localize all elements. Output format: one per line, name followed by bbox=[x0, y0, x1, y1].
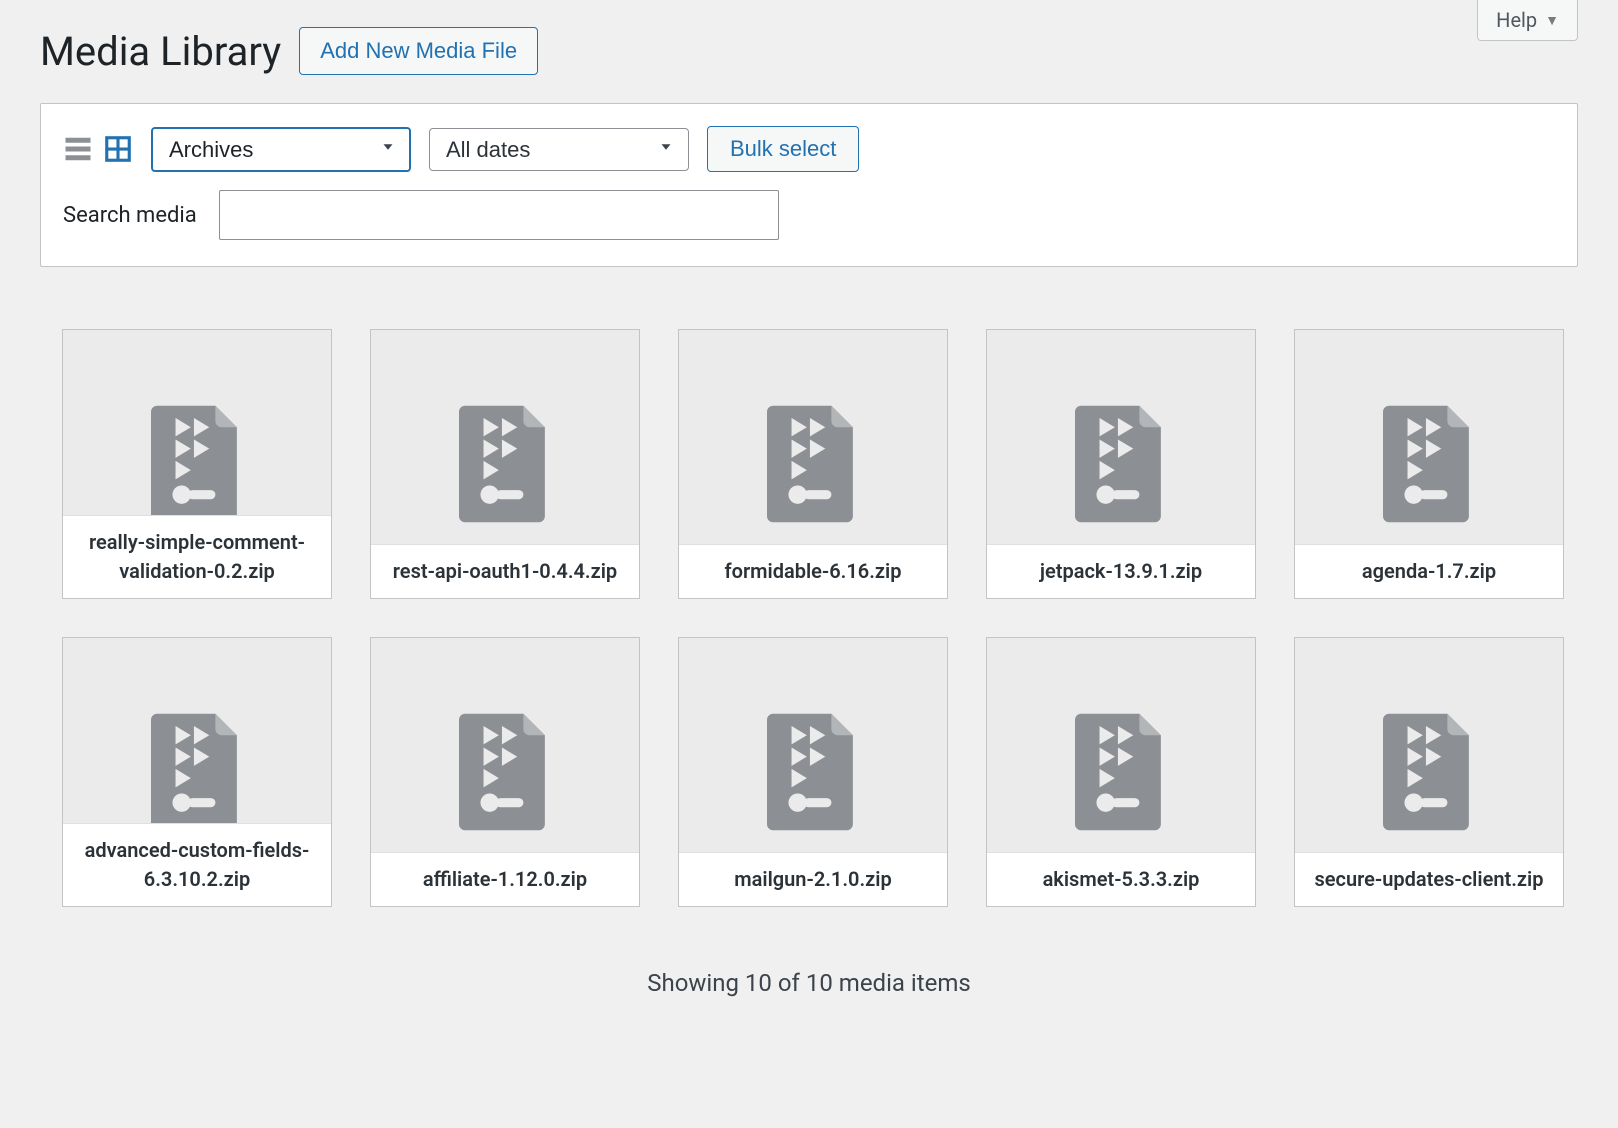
search-label: Search media bbox=[63, 203, 197, 228]
grid-view-icon[interactable] bbox=[103, 134, 133, 164]
media-filename: really-simple-comment-validation-0.2.zip bbox=[63, 515, 331, 598]
media-filename: rest-api-oauth1-0.4.4.zip bbox=[371, 544, 639, 598]
chevron-down-icon: ▼ bbox=[1545, 12, 1559, 29]
date-select[interactable]: All dates bbox=[429, 128, 689, 171]
bulk-select-button[interactable]: Bulk select bbox=[707, 126, 859, 172]
media-item[interactable]: really-simple-comment-validation-0.2.zip bbox=[62, 329, 332, 599]
archive-file-icon bbox=[459, 405, 551, 523]
archive-file-icon bbox=[459, 713, 551, 831]
date-filter[interactable]: All dates bbox=[429, 128, 689, 171]
media-item[interactable]: secure-updates-client.zip bbox=[1294, 637, 1564, 907]
search-input[interactable] bbox=[219, 190, 779, 240]
media-filename: akismet-5.3.3.zip bbox=[987, 852, 1255, 906]
media-filename: agenda-1.7.zip bbox=[1295, 544, 1563, 598]
status-text: Showing 10 of 10 media items bbox=[40, 969, 1578, 997]
media-filename: advanced-custom-fields-6.3.10.2.zip bbox=[63, 823, 331, 906]
list-view-icon[interactable] bbox=[63, 134, 93, 164]
media-item[interactable]: mailgun-2.1.0.zip bbox=[678, 637, 948, 907]
media-item[interactable]: formidable-6.16.zip bbox=[678, 329, 948, 599]
media-filename: mailgun-2.1.0.zip bbox=[679, 852, 947, 906]
media-filename: affiliate-1.12.0.zip bbox=[371, 852, 639, 906]
archive-file-icon bbox=[1383, 405, 1475, 523]
media-filename: secure-updates-client.zip bbox=[1295, 852, 1563, 906]
archive-file-icon bbox=[1383, 713, 1475, 831]
media-filename: formidable-6.16.zip bbox=[679, 544, 947, 598]
media-item[interactable]: agenda-1.7.zip bbox=[1294, 329, 1564, 599]
archive-file-icon bbox=[767, 405, 859, 523]
add-new-media-button[interactable]: Add New Media File bbox=[299, 27, 538, 75]
media-item[interactable]: advanced-custom-fields-6.3.10.2.zip bbox=[62, 637, 332, 907]
media-item[interactable]: jetpack-13.9.1.zip bbox=[986, 329, 1256, 599]
archive-file-icon bbox=[1075, 405, 1167, 523]
media-type-filter[interactable]: Archives bbox=[151, 127, 411, 172]
archive-file-icon bbox=[1075, 713, 1167, 831]
media-item[interactable]: affiliate-1.12.0.zip bbox=[370, 637, 640, 907]
help-label: Help bbox=[1496, 8, 1537, 32]
archive-file-icon bbox=[767, 713, 859, 831]
media-grid: really-simple-comment-validation-0.2.zip… bbox=[40, 329, 1578, 907]
media-item[interactable]: akismet-5.3.3.zip bbox=[986, 637, 1256, 907]
page-title: Media Library bbox=[40, 28, 281, 75]
media-type-select[interactable]: Archives bbox=[151, 127, 411, 172]
archive-file-icon bbox=[151, 713, 243, 831]
media-item[interactable]: rest-api-oauth1-0.4.4.zip bbox=[370, 329, 640, 599]
help-tab[interactable]: Help ▼ bbox=[1477, 0, 1578, 41]
filter-toolbar: Archives All dates Bulk select Search me… bbox=[40, 103, 1578, 267]
media-filename: jetpack-13.9.1.zip bbox=[987, 544, 1255, 598]
archive-file-icon bbox=[151, 405, 243, 523]
